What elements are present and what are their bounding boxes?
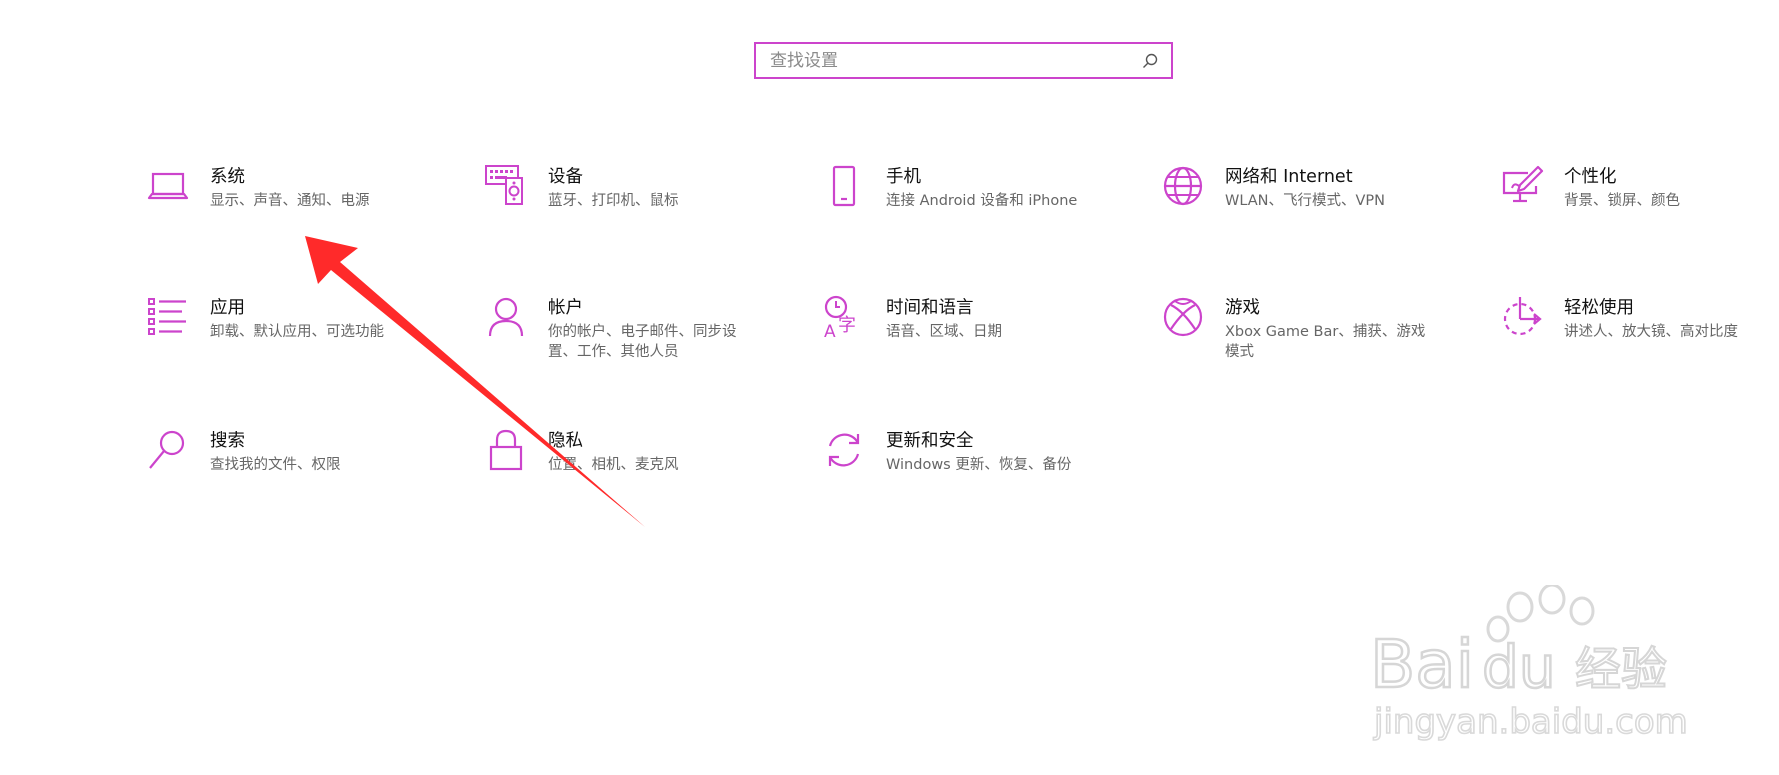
tile-title: 帐户 [548, 298, 583, 318]
svg-text:jingyan.baidu.com: jingyan.baidu.com [1373, 702, 1688, 742]
clock-language-icon: A 字 [822, 295, 866, 339]
laptop-icon [146, 164, 190, 208]
tile-title: 网络和 Internet [1225, 167, 1353, 187]
tile-title: 游戏 [1225, 298, 1260, 318]
tile-system[interactable]: 系统 显示、声音、通知、电源 [146, 164, 456, 211]
xbox-icon [1161, 295, 1205, 339]
tile-title: 轻松使用 [1564, 298, 1634, 318]
svg-text:A: A [824, 322, 836, 339]
tile-privacy[interactable]: 隐私 位置、相机、麦克风 [484, 428, 794, 475]
tile-description: 连接 Android 设备和 iPhone [886, 193, 1078, 209]
tile-description: 语音、区域、日期 [886, 324, 1002, 340]
tile-description: Xbox Game Bar、捕获、游戏模式 [1225, 324, 1426, 360]
tile-description: 背景、锁屏、颜色 [1564, 193, 1680, 209]
svg-text:字: 字 [838, 315, 856, 336]
tile-title: 系统 [210, 167, 245, 187]
tile-accounts[interactable]: 帐户 你的帐户、电子邮件、同步设置、工作、其他人员 [484, 295, 794, 362]
tile-description: 查找我的文件、权限 [210, 457, 341, 473]
tile-description: 你的帐户、电子邮件、同步设置、工作、其他人员 [548, 324, 737, 360]
search-icon[interactable] [1139, 50, 1161, 72]
svg-text:du: du [1482, 633, 1556, 701]
tile-description: Windows 更新、恢复、备份 [886, 457, 1072, 473]
annotation-arrow [305, 236, 645, 527]
tile-description: 位置、相机、麦克风 [548, 457, 679, 473]
tile-description: 讲述人、放大镜、高对比度 [1564, 324, 1738, 340]
search-input[interactable] [756, 44, 1139, 77]
tile-title: 手机 [886, 167, 921, 187]
tile-phone[interactable]: 手机 连接 Android 设备和 iPhone [822, 164, 1132, 211]
globe-icon [1161, 164, 1205, 208]
tile-time-language[interactable]: A 字 时间和语言 语音、区域、日期 [822, 295, 1132, 342]
person-icon [484, 295, 528, 339]
svg-text:经验: 经验 [1575, 642, 1667, 696]
tile-title: 隐私 [548, 431, 583, 451]
keyboard-speaker-icon [484, 164, 528, 208]
svg-text:Bai: Bai [1370, 626, 1474, 703]
tile-title: 搜索 [210, 431, 245, 451]
tile-gaming[interactable]: 游戏 Xbox Game Bar、捕获、游戏模式 [1161, 295, 1471, 362]
app-list-icon [146, 295, 190, 339]
tile-devices[interactable]: 设备 蓝牙、打印机、鼠标 [484, 164, 794, 211]
tile-ease-of-access[interactable]: 轻松使用 讲述人、放大镜、高对比度 [1500, 295, 1770, 342]
lock-icon [484, 428, 528, 472]
tile-title: 应用 [210, 298, 245, 318]
tile-description: 显示、声音、通知、电源 [210, 193, 370, 209]
search-box[interactable] [754, 42, 1173, 79]
tile-description: 卸载、默认应用、可选功能 [210, 324, 384, 340]
tile-network[interactable]: 网络和 Internet WLAN、飞行模式、VPN [1161, 164, 1471, 211]
phone-icon [822, 164, 866, 208]
tile-personalization[interactable]: 个性化 背景、锁屏、颜色 [1500, 164, 1770, 211]
sync-icon [822, 428, 866, 472]
tile-description: 蓝牙、打印机、鼠标 [548, 193, 679, 209]
tile-description: WLAN、飞行模式、VPN [1225, 193, 1386, 209]
ease-of-access-icon [1500, 295, 1544, 339]
tile-search[interactable]: 搜索 查找我的文件、权限 [146, 428, 456, 475]
tile-title: 时间和语言 [886, 298, 974, 318]
tile-apps[interactable]: 应用 卸载、默认应用、可选功能 [146, 295, 456, 342]
tile-title: 设备 [548, 167, 583, 187]
search-magnifier-icon [146, 428, 190, 472]
baidu-watermark-logo: Bai du 经验 jingyan.baidu.com [1370, 585, 1689, 743]
tile-title: 个性化 [1564, 167, 1617, 187]
paint-monitor-icon [1500, 164, 1544, 208]
tile-update-security[interactable]: 更新和安全 Windows 更新、恢复、备份 [822, 428, 1132, 475]
tile-title: 更新和安全 [886, 431, 974, 451]
